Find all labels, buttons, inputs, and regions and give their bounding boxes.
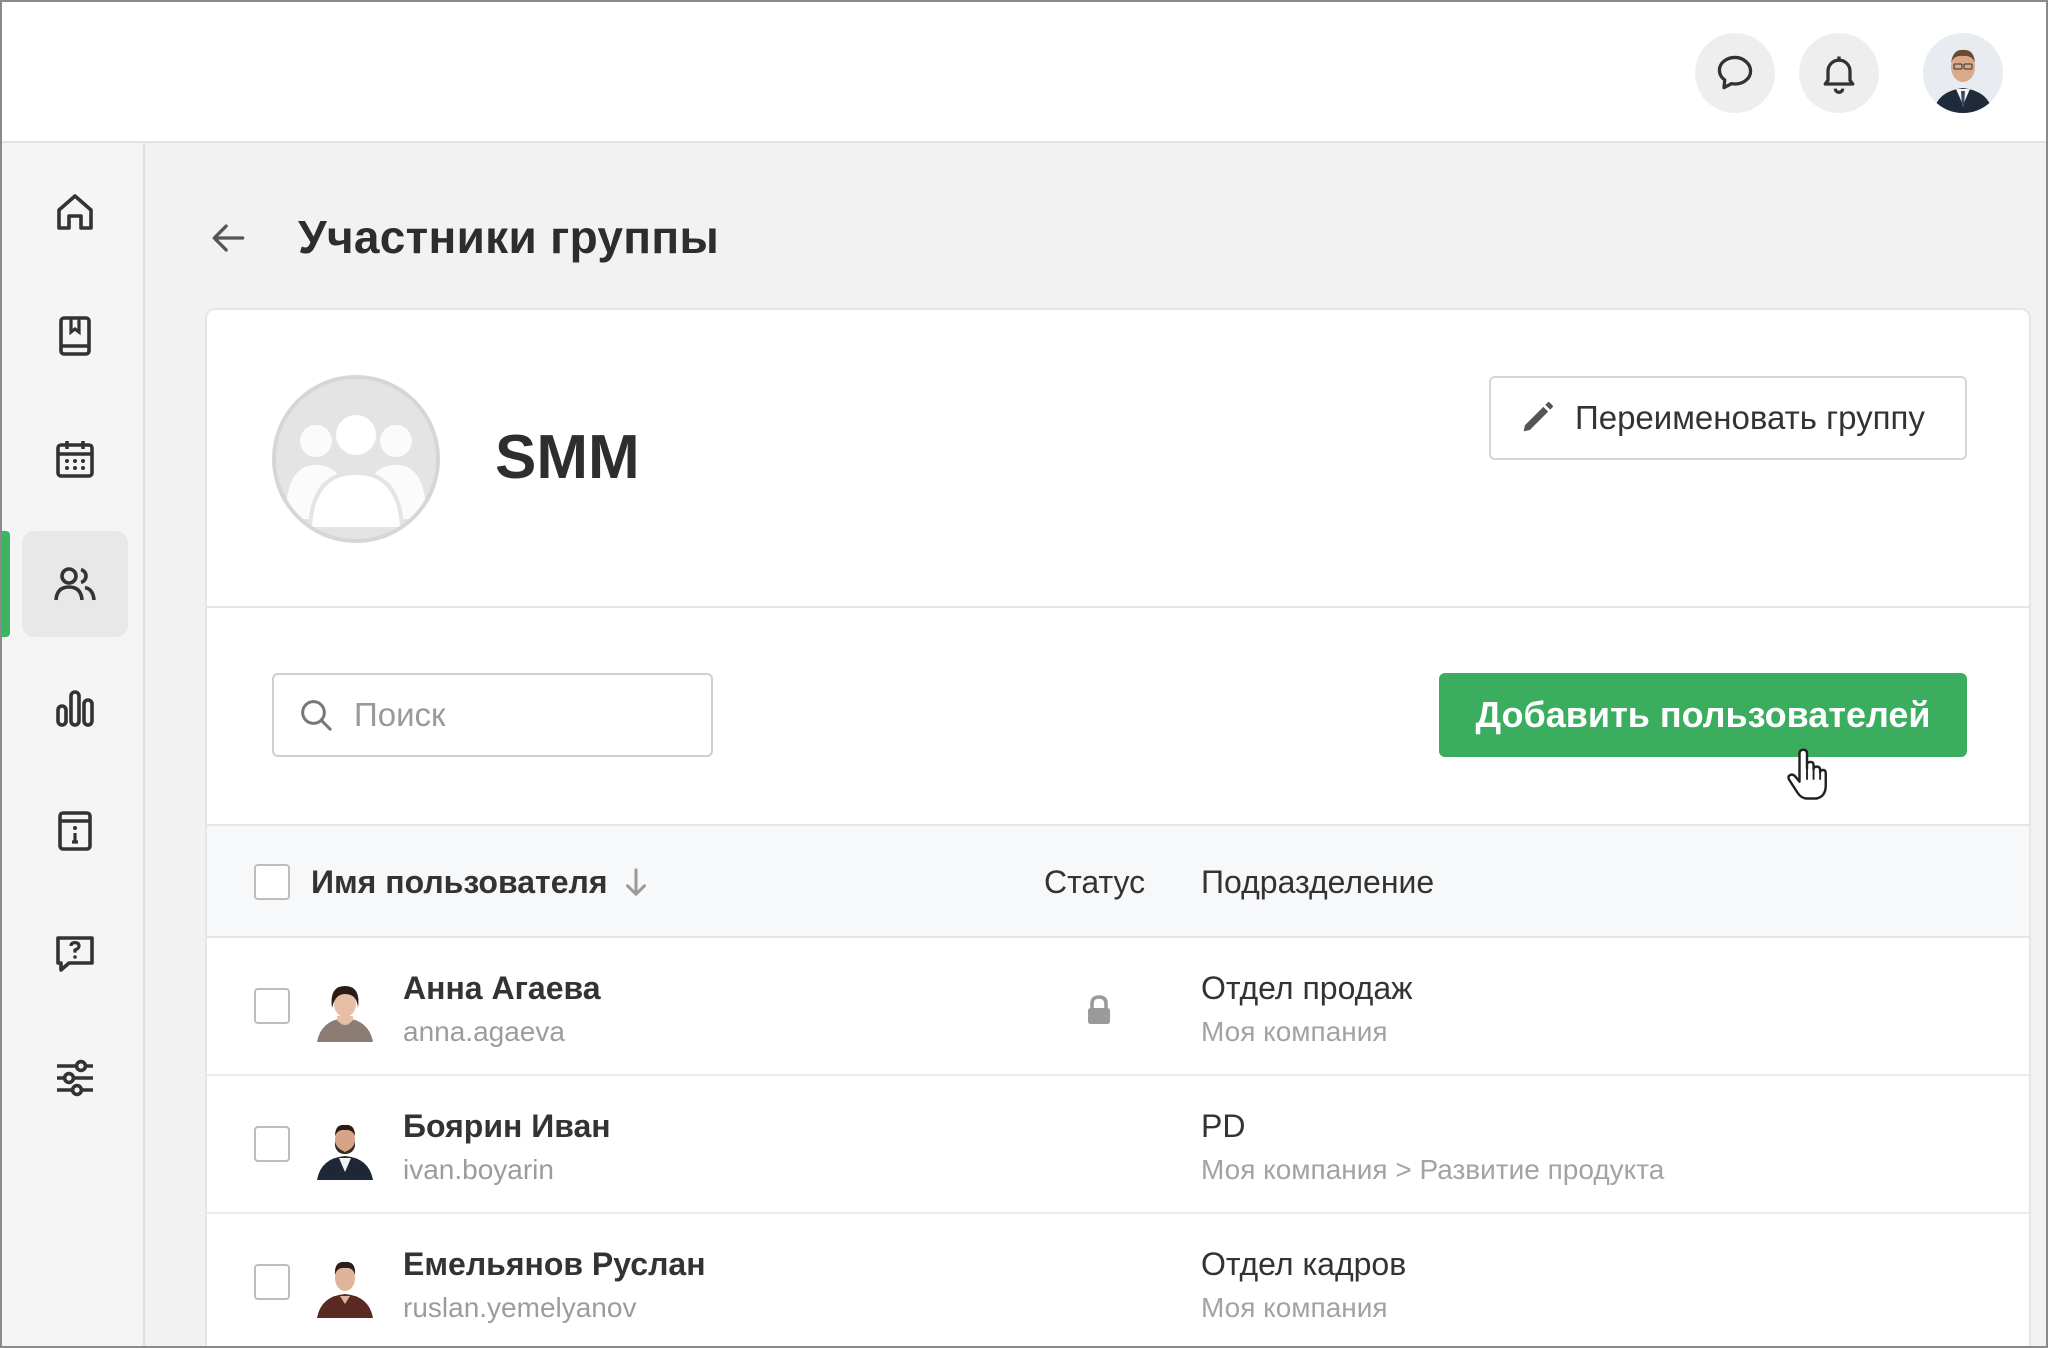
users-icon bbox=[54, 567, 96, 601]
department-name: PD bbox=[1201, 1108, 1246, 1144]
sidebar-item-reports[interactable] bbox=[22, 655, 128, 761]
table-header: Имя пользователя Статус Подразделение bbox=[207, 824, 2029, 938]
search-icon bbox=[301, 700, 332, 731]
user-login: anna.agaeva bbox=[403, 1016, 565, 1047]
rename-group-label: Переименовать группу bbox=[1575, 399, 1925, 436]
select-all-checkbox[interactable] bbox=[254, 864, 290, 900]
add-users-button[interactable]: Добавить пользователей bbox=[1439, 673, 1967, 757]
chat-button[interactable] bbox=[1695, 33, 1775, 113]
column-header-name[interactable]: Имя пользователя bbox=[311, 864, 649, 901]
user-photo-icon bbox=[317, 1124, 373, 1180]
arrow-left-icon bbox=[212, 224, 245, 252]
group-name: SMM bbox=[495, 423, 640, 492]
notifications-button[interactable] bbox=[1799, 33, 1879, 113]
user-photo-icon bbox=[1923, 33, 2003, 113]
sidebar-item-info[interactable] bbox=[22, 778, 128, 884]
sort-arrow-down-icon bbox=[626, 867, 647, 896]
group-avatar bbox=[272, 375, 440, 543]
top-bar bbox=[2, 2, 2046, 143]
bell-icon bbox=[1823, 56, 1855, 94]
row-checkbox[interactable] bbox=[254, 1126, 290, 1162]
sidebar bbox=[2, 143, 145, 1346]
table-row[interactable]: Емельянов Руслан ruslan.yemelyanov Отдел… bbox=[207, 1214, 2029, 1346]
avatar bbox=[313, 972, 377, 1042]
group-placeholder-icon bbox=[276, 379, 436, 539]
app-window: Участники группы SMM Переименовать групп… bbox=[0, 0, 2048, 1348]
sidebar-item-users[interactable] bbox=[22, 531, 128, 637]
help-icon bbox=[56, 936, 94, 972]
user-name[interactable]: Анна Агаева bbox=[403, 970, 601, 1007]
avatar bbox=[313, 1248, 377, 1318]
back-button[interactable] bbox=[202, 212, 254, 264]
info-icon bbox=[58, 811, 92, 851]
sidebar-item-calendar[interactable] bbox=[22, 406, 128, 512]
user-login: ivan.boyarin bbox=[403, 1154, 554, 1185]
rename-group-button[interactable]: Переименовать группу bbox=[1489, 376, 1967, 460]
column-header-department: Подразделение bbox=[1201, 864, 1435, 900]
department-path: Моя компания > Развитие продукта bbox=[1201, 1154, 1665, 1185]
settings-sliders-icon bbox=[57, 1059, 93, 1097]
department-path: Моя компания bbox=[1201, 1016, 1388, 1047]
sidebar-item-courses[interactable] bbox=[22, 283, 128, 389]
lock-icon bbox=[1088, 995, 1110, 1024]
search-input[interactable] bbox=[354, 696, 684, 734]
sidebar-item-settings[interactable] bbox=[22, 1025, 128, 1131]
row-checkbox[interactable] bbox=[254, 1264, 290, 1300]
table-row[interactable]: Анна Агаева anna.agaeva Отдел продаж Моя… bbox=[207, 938, 2029, 1076]
table-row[interactable]: Боярин Иван ivan.boyarin PD Моя компания… bbox=[207, 1076, 2029, 1214]
divider bbox=[207, 606, 2029, 608]
sidebar-active-indicator bbox=[2, 531, 10, 637]
pencil-icon bbox=[1523, 402, 1553, 432]
home-icon bbox=[57, 194, 93, 230]
department-name: Отдел кадров bbox=[1201, 1246, 1407, 1282]
column-name-label: Имя пользователя bbox=[311, 864, 608, 900]
search-field[interactable] bbox=[272, 673, 713, 757]
user-login: ruslan.yemelyanov bbox=[403, 1292, 637, 1323]
department-name: Отдел продаж bbox=[1201, 970, 1413, 1006]
user-photo-icon bbox=[317, 1261, 373, 1318]
sidebar-item-home[interactable] bbox=[22, 159, 128, 265]
department-path: Моя компания bbox=[1201, 1292, 1388, 1323]
column-header-status: Статус bbox=[1044, 864, 1146, 900]
calendar-icon bbox=[56, 441, 94, 478]
user-avatar[interactable] bbox=[1923, 33, 2003, 113]
page-title: Участники группы bbox=[298, 211, 720, 263]
book-icon bbox=[59, 316, 91, 356]
user-photo-icon bbox=[317, 986, 373, 1042]
chart-icon bbox=[56, 690, 94, 727]
group-card: SMM Переименовать группу Добавить пользо… bbox=[205, 308, 2031, 1346]
avatar bbox=[313, 1110, 377, 1180]
user-name[interactable]: Боярин Иван bbox=[403, 1108, 611, 1145]
user-name[interactable]: Емельянов Руслан bbox=[403, 1246, 706, 1283]
chat-bubble-icon bbox=[1717, 55, 1753, 90]
sidebar-item-help[interactable] bbox=[22, 901, 128, 1007]
hand-cursor-icon bbox=[1787, 748, 1827, 800]
row-checkbox[interactable] bbox=[254, 988, 290, 1024]
